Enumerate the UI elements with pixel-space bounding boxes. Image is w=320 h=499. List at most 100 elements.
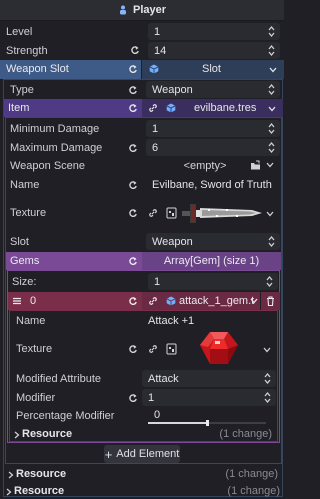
- weapon-scene-value: <empty>: [183, 159, 227, 172]
- min-damage-value: 1: [152, 122, 159, 135]
- spin-arrows-icon[interactable]: [268, 142, 275, 153]
- load-folder-icon[interactable]: [250, 160, 261, 171]
- percentage-modifier-slider-fill: [148, 422, 208, 424]
- type-label: Type: [10, 83, 34, 96]
- element-0-resource-picker[interactable]: attack_1_gem.t: [142, 292, 260, 310]
- spin-arrows-icon[interactable]: [268, 45, 275, 56]
- revert-icon[interactable]: [128, 64, 138, 74]
- gem-texture-preview: [200, 332, 238, 364]
- chevron-right-icon[interactable]: [6, 488, 12, 496]
- chevron-right-icon[interactable]: [8, 471, 14, 479]
- slot-value: Weapon: [152, 235, 193, 248]
- element-0-value: attack_1_gem.t: [179, 295, 255, 307]
- level-spinbox[interactable]: 1: [148, 23, 280, 40]
- add-element-label: Add Element: [116, 448, 180, 460]
- sword-texture-preview: [182, 204, 262, 223]
- size-spinbox[interactable]: 1: [148, 273, 278, 290]
- gem-name-line-edit[interactable]: Attack +1: [142, 312, 278, 329]
- modified-attribute-option-button[interactable]: Attack: [142, 370, 276, 387]
- element-0-delete-button[interactable]: [261, 292, 280, 310]
- link-icon[interactable]: [148, 208, 158, 218]
- drag-handle-icon[interactable]: [12, 296, 22, 306]
- max-damage-label: Maximum Damage: [10, 141, 103, 154]
- max-damage-spinbox[interactable]: 6: [146, 139, 280, 156]
- chevron-down-icon[interactable]: [269, 67, 277, 73]
- chevron-right-icon[interactable]: [14, 431, 20, 439]
- item-label: Item: [8, 102, 30, 114]
- resource-cube-icon: [149, 64, 159, 74]
- modifier-value: 1: [148, 391, 155, 404]
- revert-icon[interactable]: [130, 45, 140, 55]
- spin-arrows-icon[interactable]: [268, 123, 275, 134]
- option-arrows-icon[interactable]: [264, 373, 271, 384]
- modified-attribute-label: Modified Attribute: [16, 372, 101, 385]
- link-icon[interactable]: [148, 344, 158, 354]
- revert-icon[interactable]: [128, 208, 138, 218]
- object-title: Player: [132, 4, 167, 16]
- strength-spinbox[interactable]: 14: [148, 42, 280, 59]
- gems-header[interactable]: Gems: [6, 252, 142, 270]
- weapon-slot-resource-changes: (1 change): [227, 485, 280, 497]
- inspector-title-bar: Player: [0, 0, 284, 21]
- name-value: Evilbane, Sword of Truth: [152, 178, 272, 191]
- gem-name-label: Name: [16, 314, 46, 327]
- item-header[interactable]: Item: [4, 99, 142, 117]
- option-arrows-icon[interactable]: [268, 236, 275, 247]
- texture-label: Texture: [10, 206, 47, 219]
- revert-icon[interactable]: [128, 143, 138, 153]
- item-value: evilbane.tres: [194, 102, 257, 114]
- inspector-panel: Player Level 1 Strength 14 Weapon Slot S…: [0, 0, 284, 499]
- name-line-edit[interactable]: Evilbane, Sword of Truth: [146, 176, 280, 193]
- strength-value: 14: [154, 44, 167, 57]
- gems-array-toggle[interactable]: Array[Gem] (size 1): [142, 252, 281, 270]
- slot-option-button[interactable]: Weapon: [146, 233, 280, 250]
- spin-arrows-icon[interactable]: [266, 276, 273, 287]
- chevron-down-icon[interactable]: [266, 162, 274, 168]
- resource-cube-icon: [166, 296, 176, 306]
- revert-icon[interactable]: [128, 344, 138, 354]
- max-damage-value: 6: [152, 141, 159, 154]
- size-label: Size:: [12, 275, 37, 288]
- chevron-down-icon[interactable]: [266, 211, 274, 217]
- chevron-down-icon[interactable]: [263, 347, 271, 353]
- character-body-icon: [119, 5, 126, 15]
- inner-resource-label: Resource: [22, 428, 73, 440]
- texture-file-icon: [166, 343, 177, 355]
- revert-icon[interactable]: [128, 393, 138, 403]
- item-resource-label: Resource: [16, 468, 67, 480]
- add-element-button[interactable]: + Add Element: [104, 445, 180, 463]
- spin-arrows-icon[interactable]: [268, 26, 275, 37]
- element-0-header[interactable]: 0: [8, 292, 142, 310]
- percentage-modifier-value: 0: [154, 409, 161, 421]
- modifier-spinbox[interactable]: 1: [142, 389, 276, 406]
- revert-icon[interactable]: [128, 296, 138, 306]
- element-0-index: 0: [30, 295, 37, 307]
- item-resource-changes: (1 change): [225, 468, 278, 480]
- level-value: 1: [154, 25, 161, 38]
- weapon-slot-resource-picker[interactable]: Slot: [142, 60, 284, 79]
- name-label: Name: [10, 178, 40, 191]
- inner-resource-changes: (1 change): [219, 428, 272, 440]
- modified-attribute-value: Attack: [148, 372, 179, 385]
- inner-resource-row[interactable]: Resource (1 change): [10, 425, 278, 444]
- revert-icon[interactable]: [128, 256, 138, 266]
- min-damage-spinbox[interactable]: 1: [146, 120, 280, 137]
- item-resource-picker[interactable]: evilbane.tres: [142, 99, 283, 117]
- weapon-slot-label: Weapon Slot: [6, 63, 69, 75]
- plus-icon: +: [104, 446, 113, 462]
- weapon-slot-resource-row[interactable]: Resource (1 change): [0, 482, 284, 499]
- weapon-slot-header[interactable]: Weapon Slot: [0, 60, 141, 79]
- revert-icon[interactable]: [128, 180, 138, 190]
- chevron-down-icon[interactable]: [268, 106, 276, 112]
- link-icon[interactable]: [148, 296, 158, 306]
- weapon-scene-picker[interactable]: <empty>: [146, 157, 264, 174]
- min-damage-label: Minimum Damage: [10, 122, 100, 135]
- type-option-button[interactable]: Weapon: [146, 81, 280, 98]
- revert-icon[interactable]: [128, 85, 138, 95]
- percentage-modifier-label: Percentage Modifier: [16, 409, 115, 422]
- link-icon[interactable]: [148, 103, 158, 113]
- revert-icon[interactable]: [128, 103, 138, 113]
- spin-arrows-icon[interactable]: [264, 392, 271, 403]
- option-arrows-icon[interactable]: [268, 84, 275, 95]
- chevron-down-icon[interactable]: [250, 298, 258, 304]
